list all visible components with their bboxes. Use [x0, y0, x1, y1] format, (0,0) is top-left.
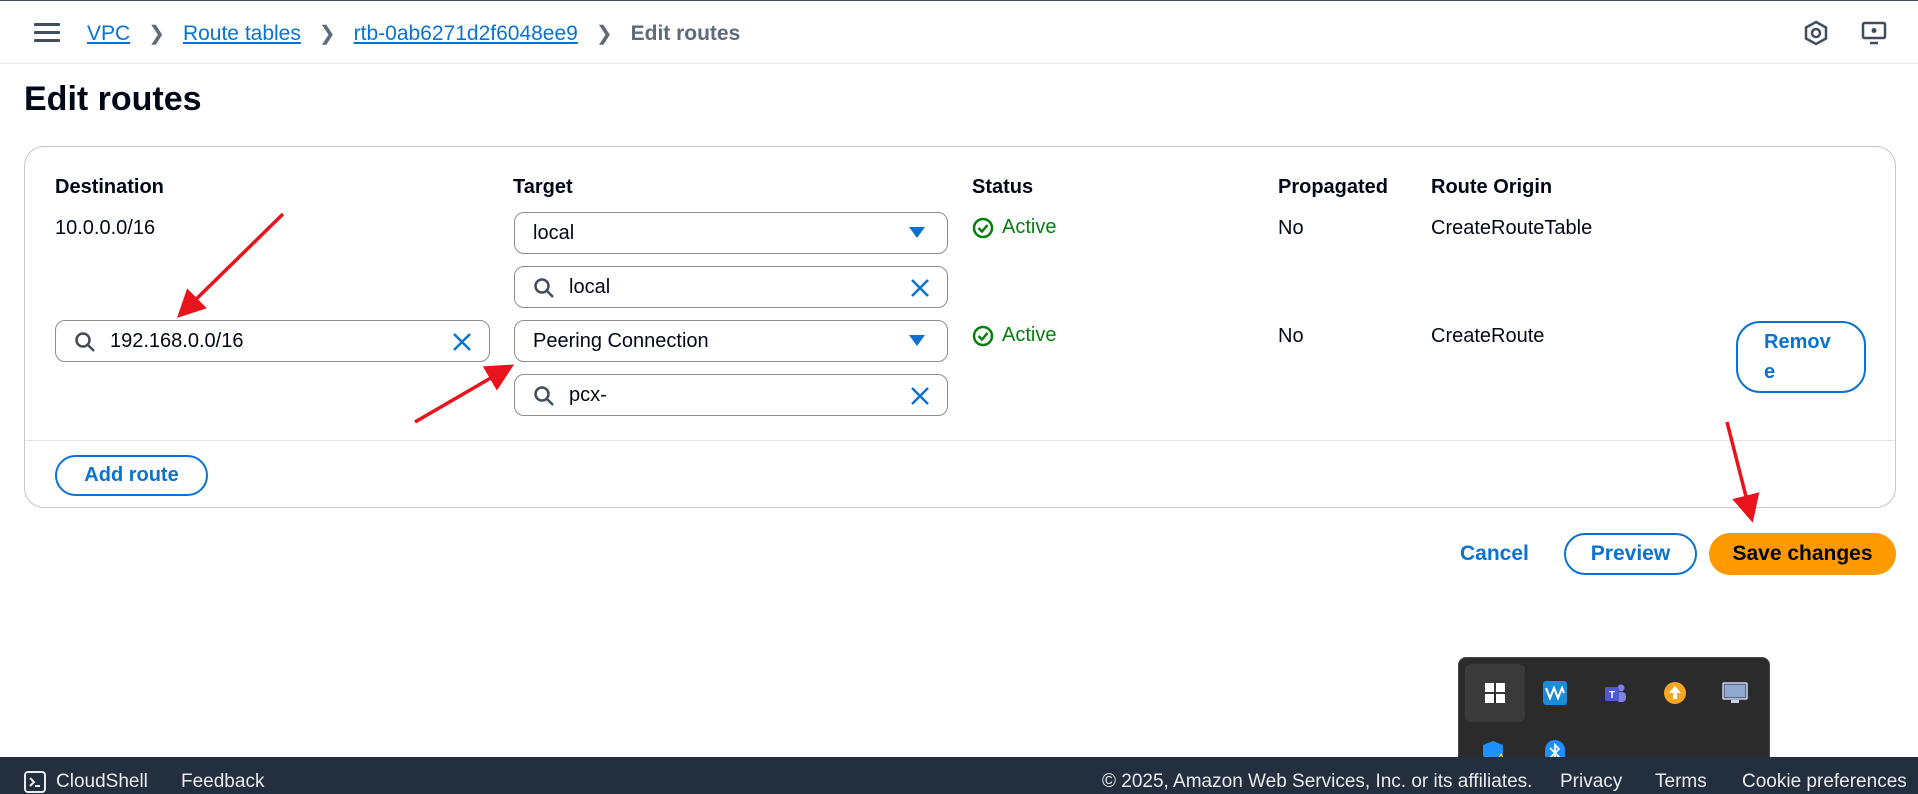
- privacy-link[interactable]: Privacy: [1560, 771, 1622, 793]
- copyright-text: © 2025, Amazon Web Services, Inc. or its…: [1102, 771, 1533, 792]
- terms-link[interactable]: Terms: [1655, 771, 1707, 793]
- feedback-link[interactable]: Feedback: [181, 771, 264, 793]
- breadcrumb-route-tables[interactable]: Route tables: [183, 22, 301, 46]
- search-icon: [75, 332, 95, 352]
- column-header-destination: Destination: [55, 176, 164, 198]
- success-check-icon: [972, 217, 994, 238]
- row2-target-search-input[interactable]: pcx-: [514, 374, 948, 416]
- caret-down-icon: [909, 335, 925, 346]
- footer: CloudShell Feedback © 2025, Amazon Web S…: [0, 757, 1918, 794]
- top-navigation: VPC ❯ Route tables ❯ rtb-0ab6271d2f6048e…: [0, 0, 1918, 64]
- clear-icon[interactable]: [909, 277, 931, 299]
- success-check-icon: [972, 325, 994, 346]
- remove-label-line1: Remov: [1764, 331, 1831, 353]
- row2-status: Active: [972, 324, 1056, 347]
- row1-route-origin: CreateRouteTable: [1431, 217, 1593, 239]
- column-header-status: Status: [972, 176, 1034, 198]
- row2-target-value: Peering Connection: [533, 329, 709, 352]
- pin-icon[interactable]: [1465, 664, 1525, 722]
- teams-icon[interactable]: T: [1585, 664, 1645, 722]
- terminal-icon: [24, 771, 46, 793]
- column-header-target: Target: [513, 176, 573, 198]
- cancel-button[interactable]: Cancel: [1460, 542, 1529, 566]
- row1-target-search-input[interactable]: local: [514, 266, 948, 308]
- cookie-preferences-link[interactable]: Cookie preferences: [1742, 771, 1907, 793]
- update-icon[interactable]: [1645, 664, 1705, 722]
- row1-status: Active: [972, 216, 1056, 239]
- column-header-propagated: Propagated: [1278, 176, 1389, 198]
- row2-destination-value: 192.168.0.0/16: [110, 329, 244, 352]
- row2-route-origin: CreateRoute: [1431, 325, 1545, 347]
- row1-target-search-text: local: [569, 275, 611, 298]
- clear-icon[interactable]: [451, 331, 473, 353]
- remove-route-button[interactable]: Remov e: [1736, 321, 1866, 393]
- breadcrumb-vpc[interactable]: VPC: [87, 22, 130, 46]
- row1-target-select[interactable]: local: [514, 212, 948, 254]
- row2-status-text: Active: [1002, 324, 1057, 346]
- clear-icon[interactable]: [909, 385, 931, 407]
- search-icon: [534, 278, 554, 298]
- cloudshell-label: CloudShell: [56, 771, 148, 792]
- save-changes-button[interactable]: Save changes: [1709, 533, 1896, 575]
- caret-down-icon: [909, 227, 925, 238]
- page-title: Edit routes: [24, 80, 202, 118]
- waves-app-icon[interactable]: [1525, 664, 1585, 722]
- notifications-hexagon-icon[interactable]: [1802, 19, 1830, 47]
- chevron-right-icon: ❯: [148, 23, 165, 45]
- svg-text:T: T: [1609, 690, 1615, 701]
- preview-button[interactable]: Preview: [1564, 533, 1697, 575]
- panel-divider: [25, 440, 1895, 441]
- display-icon[interactable]: [1705, 664, 1765, 722]
- hamburger-menu-icon[interactable]: [34, 23, 60, 43]
- breadcrumb-current: Edit routes: [630, 21, 741, 45]
- column-header-route-origin: Route Origin: [1431, 176, 1553, 198]
- remove-label-line2: e: [1764, 361, 1776, 383]
- row2-target-select[interactable]: Peering Connection: [514, 320, 948, 362]
- breadcrumb: VPC ❯ Route tables ❯ rtb-0ab6271d2f6048e…: [87, 21, 740, 46]
- chevron-right-icon: ❯: [595, 23, 613, 45]
- row1-status-text: Active: [1002, 216, 1057, 238]
- row2-destination-input[interactable]: 192.168.0.0/16: [55, 320, 490, 362]
- breadcrumb-route-table-id[interactable]: rtb-0ab6271d2f6048ee9: [354, 22, 578, 46]
- row1-target-value: local: [533, 221, 575, 244]
- help-screen-icon[interactable]: [1860, 19, 1888, 47]
- row2-propagated: No: [1278, 325, 1304, 347]
- row1-propagated: No: [1278, 217, 1304, 239]
- row2-target-search-text: pcx-: [569, 383, 607, 406]
- cloudshell-button[interactable]: CloudShell: [24, 771, 148, 793]
- chevron-right-icon: ❯: [318, 23, 336, 45]
- row1-destination: 10.0.0.0/16: [55, 217, 156, 239]
- search-icon: [534, 386, 554, 406]
- add-route-button[interactable]: Add route: [55, 455, 208, 496]
